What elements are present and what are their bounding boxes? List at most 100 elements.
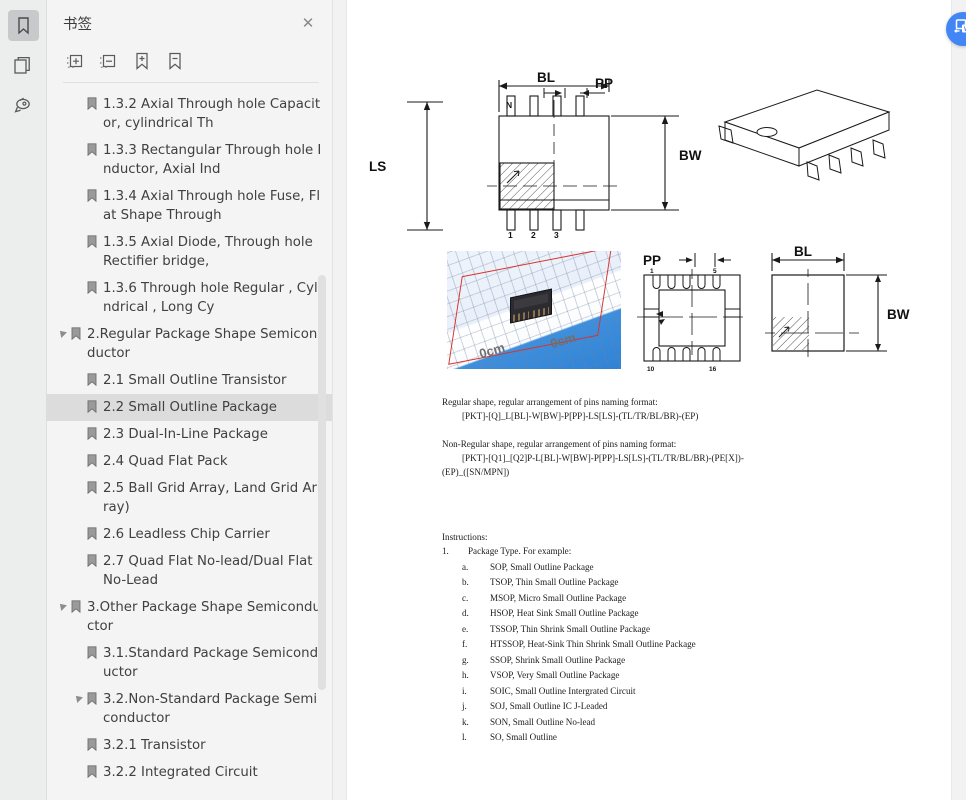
- bookmark-item[interactable]: 2.3 Dual-In-Line Package: [47, 421, 332, 448]
- nonregular-shape-heading: Non-Regular shape, regular arrangement o…: [442, 439, 677, 449]
- bookmark-label: 2.7 Quad Flat No-lead/Dual Flat No-Lead: [103, 554, 313, 588]
- bookmark-item[interactable]: 2.6 Leadless Chip Carrier: [47, 521, 332, 548]
- sub-item-text: SSOP, Shrink Small Outline Package: [490, 654, 626, 665]
- label-bw-2: BW: [887, 307, 910, 322]
- bookmark-item[interactable]: 3.2.Non-Standard Package Semiconductor: [47, 686, 332, 732]
- bookmark-toolbar: [47, 46, 332, 76]
- annotation-stamp-icon: [13, 96, 33, 115]
- bookmark-label: 1.3.5 Axial Diode, Through hole Rectifie…: [103, 235, 313, 269]
- rail-button-bookmarks[interactable]: [7, 10, 39, 41]
- close-icon[interactable]: ✕: [298, 13, 318, 33]
- bookmarks-panel: 书签 ✕ 1.3.2 Axial Through hole Capacitor,…: [47, 0, 333, 800]
- instruction-sub-item: h. VSOP, Very Small Outline Package: [442, 668, 942, 684]
- instruction-sub-item: b. TSOP, Thin Small Outline Package: [442, 575, 942, 591]
- sub-item-marker: g.: [462, 654, 469, 665]
- bookmark-label: 2.2 Small Outline Package: [103, 400, 277, 415]
- bookmark-item[interactable]: 1.3.4 Axial Through hole Fuse, Flat Shap…: [47, 183, 332, 229]
- document-viewer[interactable]: BL PP LS BW N 1 2 3 0cm 0cm PP 1 5 10 16…: [333, 0, 966, 800]
- instruction-sub-item: i. SOIC, Small Outline Intergrated Circui…: [442, 684, 942, 700]
- bookmark-label: 3.2.Non-Standard Package Semiconductor: [103, 692, 318, 726]
- label-bw: BW: [679, 148, 702, 163]
- bookmark-label: 3.Other Package Shape Semiconductor: [87, 600, 321, 634]
- label-qfn-pin-10: 10: [647, 366, 655, 373]
- qfn-package-bottom-view: PP 1 5 10 16: [637, 253, 743, 373]
- sub-item-text: TSSOP, Thin Shrink Small Outline Package: [490, 623, 650, 634]
- pdf-reader-window: 书签 ✕ 1.3.2 Axial Through hole Capacitor,…: [0, 0, 966, 800]
- bookmark-item[interactable]: 1.3.3 Rectangular Through hole Inductor,…: [47, 137, 332, 183]
- sub-item-marker: b.: [462, 577, 469, 587]
- sub-item-marker: j.: [462, 701, 467, 711]
- bookmark-icon: [85, 763, 99, 778]
- bookmark-label: 1.3.4 Axial Through hole Fuse, Flat Shap…: [103, 189, 321, 223]
- bookmark-item[interactable]: 2.7 Quad Flat No-lead/Dual Flat No-Lead: [47, 548, 332, 594]
- instruction-sub-item: l. SO, Small Outline: [442, 730, 942, 746]
- rail-button-page-thumbnails[interactable]: [8, 50, 39, 81]
- instruction-sub-item: k. SON, Small Outline No-lead: [442, 715, 942, 731]
- bookmark-item[interactable]: 3.2.1 Transistor: [47, 732, 332, 759]
- sub-item-marker: f.: [462, 639, 468, 649]
- bookmark-icon: [15, 16, 32, 35]
- bookmark-item[interactable]: 1.3.6 Through hole Regular , Cylindrical…: [47, 275, 332, 321]
- bookmark-label: 1.3.2 Axial Through hole Capacitor, cyli…: [103, 97, 321, 131]
- bookmark-icon: [85, 690, 99, 705]
- bookmark-icon: [85, 736, 99, 751]
- panel-scrollbar-track[interactable]: [318, 60, 326, 796]
- bookmark-icon: [85, 552, 99, 567]
- bookmark-item[interactable]: 2.2 Small Outline Package: [47, 394, 332, 421]
- label-ls: LS: [369, 159, 386, 174]
- sub-item-marker: a.: [462, 561, 469, 572]
- rail-button-annotations[interactable]: [8, 90, 39, 121]
- bookmark-icon: [69, 598, 83, 613]
- instructions-block: Instructions: 1. Package Type. For examp…: [442, 530, 942, 746]
- bookmark-item[interactable]: 3.Other Package Shape Semiconductor: [47, 594, 332, 640]
- sub-item-text: SO, Small Outline: [490, 732, 557, 742]
- bookmark-item[interactable]: 2.5 Ball Grid Array, Land Grid Array): [47, 475, 332, 521]
- panel-scrollbar-thumb[interactable]: [318, 275, 326, 690]
- add-bookmark-icon[interactable]: [131, 51, 152, 72]
- expand-collapse-triangle-icon[interactable]: [55, 598, 69, 611]
- sub-item-text: VSOP, Very Small Outline Package: [490, 670, 620, 680]
- instruction-sub-item: a. SOP, Small Outline Package: [442, 560, 942, 576]
- bookmark-item[interactable]: 1.3.2 Axial Through hole Capacitor, cyli…: [47, 91, 332, 137]
- instruction-item-number: 1.: [442, 546, 449, 556]
- bookmark-icon: [85, 141, 99, 156]
- expand-collapse-triangle-icon[interactable]: [71, 690, 85, 703]
- bookmark-item[interactable]: 3.1.Standard Package Semiconductor: [47, 640, 332, 686]
- regular-shape-format: [PKT]-[Q]_L[BL]-W[BW]-P[PP]-LS[LS]-(TL/T…: [462, 411, 699, 421]
- bookmark-icon: [85, 398, 99, 413]
- bookmark-icon: [85, 525, 99, 540]
- sop-package-outline-drawing: BL PP LS BW N 1 2 3: [369, 70, 891, 240]
- nonregular-shape-format-line1: [PKT]-[Q1]_[Q2]P-L[BL]-W[BW]-P[PP]-LS[LS…: [462, 453, 744, 463]
- label-bl: BL: [537, 70, 555, 85]
- pdf-page: BL PP LS BW N 1 2 3 0cm 0cm PP 1 5 10 16…: [347, 0, 951, 800]
- label-pp-qfn: PP: [643, 253, 661, 268]
- bookmark-label: 2.6 Leadless Chip Carrier: [103, 527, 270, 542]
- package-body-dimensions: BL BW: [765, 245, 910, 357]
- remove-bookmark-icon[interactable]: [164, 51, 185, 72]
- instruction-sub-item: e. TSSOP, Thin Shrink Small Outline Packa…: [442, 622, 942, 638]
- sub-item-marker: i.: [462, 685, 467, 696]
- bookmark-item[interactable]: 2.4 Quad Flat Pack: [47, 448, 332, 475]
- bookmark-icon: [85, 279, 99, 294]
- bookmark-item[interactable]: 3.2.2 Integrated Circuit: [47, 759, 332, 786]
- instruction-sub-item: j. SOJ, Small Outline IC J-Leaded: [442, 699, 942, 715]
- panel-header: 书签 ✕: [47, 0, 332, 46]
- expand-collapse-triangle-icon[interactable]: [55, 325, 69, 338]
- sub-item-marker: d.: [462, 608, 469, 618]
- bookmark-item[interactable]: 2.1 Small Outline Transistor: [47, 367, 332, 394]
- bookmark-icon: [85, 187, 99, 202]
- panel-title: 书签: [63, 16, 92, 33]
- naming-format-block: Regular shape, regular arrangement of pi…: [442, 395, 942, 479]
- label-pp: PP: [595, 76, 613, 91]
- bookmark-item[interactable]: 2.Regular Package Shape Semiconductor: [47, 321, 332, 367]
- bookmark-label: 3.2.1 Transistor: [103, 738, 206, 753]
- bookmark-icon: [85, 452, 99, 467]
- label-qfn-pin-5: 5: [713, 268, 717, 275]
- expand-all-icon[interactable]: [65, 51, 86, 72]
- label-pin-2: 2: [531, 230, 536, 240]
- middle-figures-row: 0cm 0cm PP 1 5 10 16 BL BW: [347, 245, 951, 380]
- bookmark-item[interactable]: 1.3.5 Axial Diode, Through hole Rectifie…: [47, 229, 332, 275]
- label-pin-1: 1: [508, 230, 513, 240]
- collapse-all-icon[interactable]: [98, 51, 119, 72]
- instruction-item-1: 1. Package Type. For example:: [442, 544, 942, 560]
